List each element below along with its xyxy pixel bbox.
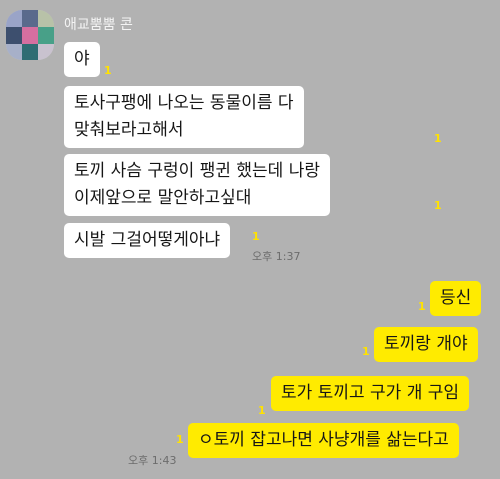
unread-count: 1 [434, 132, 442, 145]
message-text: 시발 그걸어떻게아냐 [74, 230, 221, 250]
message-timestamp: 오후 1:37 [252, 250, 301, 263]
message-text: 토가 토끼고 구가 개 구임 [281, 383, 460, 403]
unread-count: 1 [176, 433, 184, 446]
message-text: 토끼랑 개야 [384, 334, 468, 354]
unread-count: 1 [104, 64, 112, 77]
unread-count: 1 [434, 199, 442, 212]
message-text-line: 토사구팽에 나오는 동물이름 다 [74, 93, 294, 113]
outgoing-message-bubble[interactable]: ㅇ토끼 잡고나면 사냥개를 삶는다고 [188, 423, 459, 458]
incoming-message-bubble[interactable]: 시발 그걸어떻게아냐 [64, 223, 231, 258]
incoming-message-bubble[interactable]: 야 [64, 42, 100, 77]
incoming-message-bubble[interactable]: 토끼 사슴 구렁이 팽귄 했는데 나랑 이제앞으로 말안하고싶대 [64, 154, 330, 216]
outgoing-message-bubble[interactable]: 등신 [430, 281, 482, 316]
message-text-line: 이제앞으로 말안하고싶대 [74, 188, 252, 208]
message-timestamp: 오후 1:43 [128, 454, 177, 467]
message-text: 야 [74, 49, 90, 69]
message-text-line: 맞춰보라고해서 [74, 120, 184, 140]
outgoing-message-bubble[interactable]: 토끼랑 개야 [374, 327, 478, 362]
message-text-line: 토끼 사슴 구렁이 팽귄 했는데 나랑 [74, 161, 320, 181]
sender-name: 애교뿜뿜 콘 [64, 17, 133, 33]
outgoing-message-bubble[interactable]: 토가 토끼고 구가 개 구임 [271, 376, 470, 411]
unread-count: 1 [258, 404, 266, 417]
unread-count: 1 [252, 230, 260, 243]
unread-count: 1 [418, 300, 426, 313]
message-text: ㅇ토끼 잡고나면 사냥개를 삶는다고 [198, 430, 449, 450]
unread-count: 1 [362, 345, 370, 358]
avatar[interactable] [6, 10, 54, 60]
incoming-message-bubble[interactable]: 토사구팽에 나오는 동물이름 다 맞춰보라고해서 [64, 86, 304, 148]
message-text: 등신 [440, 288, 472, 308]
